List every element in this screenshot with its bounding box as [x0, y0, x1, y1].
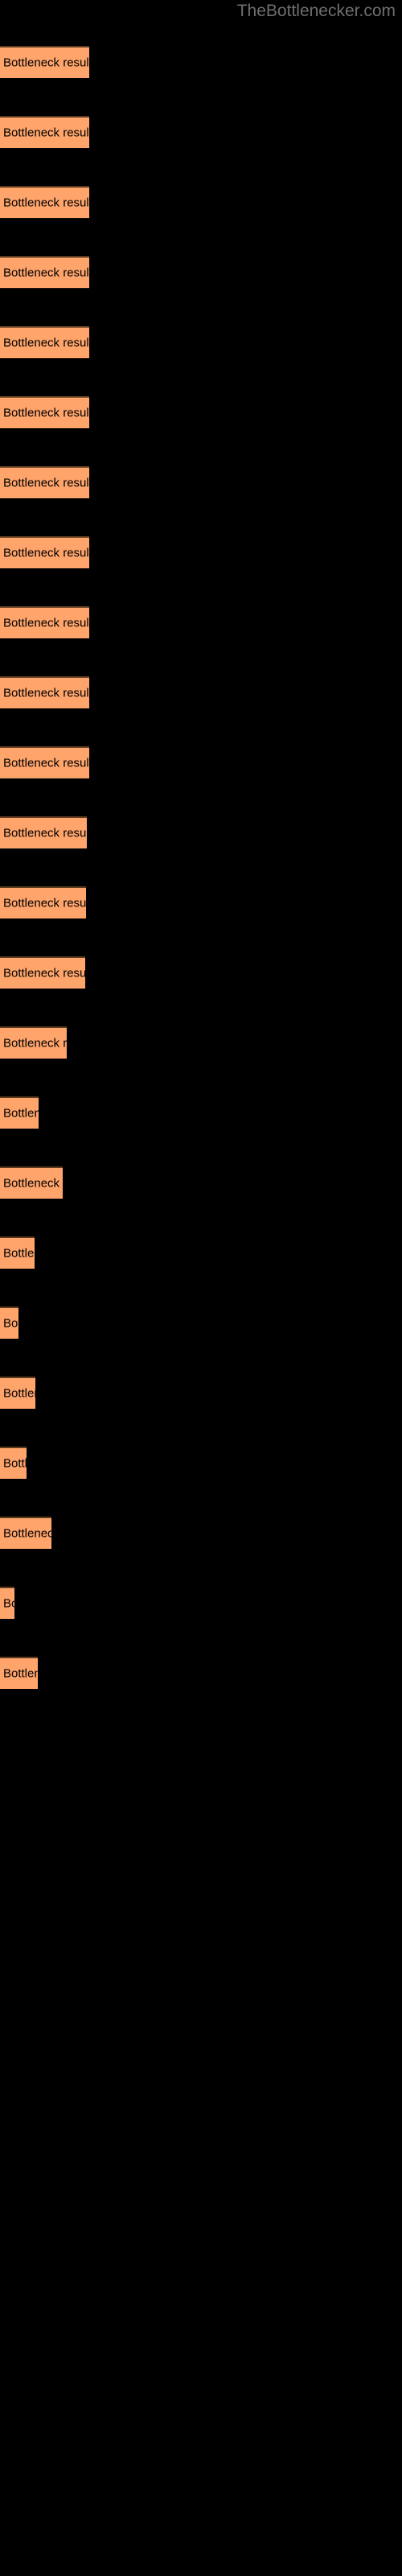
- bar-label: Bottleneck result: [3, 1386, 35, 1401]
- bar-label: Bottleneck result: [3, 1666, 38, 1681]
- bar-segment[interactable]: Bottleneck result: [0, 326, 89, 358]
- bar-segment[interactable]: Bottleneck result: [0, 676, 89, 708]
- bar-segment[interactable]: Bottleneck result: [0, 396, 89, 428]
- bar-segment[interactable]: Bottleneck result: [0, 256, 89, 288]
- bar-segment[interactable]: Bottleneck result: [0, 1657, 38, 1689]
- bar-label: Bottleneck result: [3, 826, 87, 840]
- bar-segment[interactable]: Bottleneck result: [0, 746, 89, 778]
- bar-segment[interactable]: Bottleneck result: [0, 466, 89, 498]
- bar-label: Bottleneck result: [3, 1106, 39, 1121]
- bar-segment[interactable]: Bottleneck result: [0, 1166, 63, 1199]
- bar-segment[interactable]: Bottleneck result: [0, 1377, 35, 1409]
- bar-segment[interactable]: Bottleneck result: [0, 1096, 39, 1129]
- bar-segment[interactable]: Bottleneck result: [0, 1026, 67, 1059]
- bar-label: Bottleneck result: [3, 56, 89, 70]
- bar-label: Bottleneck result: [3, 616, 89, 630]
- bar-label: Bottleneck result: [3, 406, 89, 420]
- bar-label: Bottleneck result: [3, 1176, 63, 1191]
- page-title: TheBottlenecker.com: [236, 2, 396, 20]
- bar-segment[interactable]: Bottleneck result: [0, 816, 87, 848]
- bar-label: Bottleneck result: [3, 336, 89, 350]
- bar-label: Bottleneck result: [3, 126, 89, 140]
- bar-label: Bottleneck result: [3, 546, 89, 560]
- bar-label: Bottleneck result: [3, 1526, 51, 1541]
- bar-label: Bottleneck result: [3, 266, 89, 280]
- bar-label: Bottleneck result: [3, 476, 89, 490]
- bar-segment[interactable]: Bottleneck result: [0, 886, 86, 919]
- bar-segment[interactable]: Bottleneck result: [0, 606, 89, 638]
- bottleneck-bar-chart: TheBottlenecker.com Bottleneck result Bot…: [0, 0, 402, 2576]
- bar-segment[interactable]: Bottleneck result: [0, 1587, 14, 1619]
- bar-label: Bottleneck result: [3, 1036, 67, 1051]
- bar-label: Bottleneck result: [3, 196, 89, 210]
- bar-segment[interactable]: Bottleneck result: [0, 46, 89, 78]
- bar-label: Bottleneck result: [3, 686, 89, 700]
- bar-segment[interactable]: Bottleneck result: [0, 956, 85, 989]
- bar-segment[interactable]: Bottleneck result: [0, 186, 89, 218]
- bar-segment[interactable]: Bottleneck result: [0, 116, 89, 148]
- bar-label: Bottleneck result: [3, 896, 86, 910]
- bar-segment[interactable]: Bottleneck result: [0, 1447, 27, 1479]
- bar-segment[interactable]: Bottleneck result: [0, 536, 89, 568]
- bar-label: Bottleneck result: [3, 1316, 18, 1331]
- bar-segment[interactable]: Bottleneck result: [0, 1307, 18, 1339]
- bar-label: Bottleneck result: [3, 756, 89, 770]
- bar-label: Bottleneck result: [3, 1456, 27, 1471]
- bar-label: Bottleneck result: [3, 1596, 14, 1611]
- bar-label: Bottleneck result: [3, 1246, 35, 1261]
- bar-segment[interactable]: Bottleneck result: [0, 1517, 51, 1549]
- bar-label: Bottleneck result: [3, 966, 85, 980]
- bar-segment[interactable]: Bottleneck result: [0, 1236, 35, 1269]
